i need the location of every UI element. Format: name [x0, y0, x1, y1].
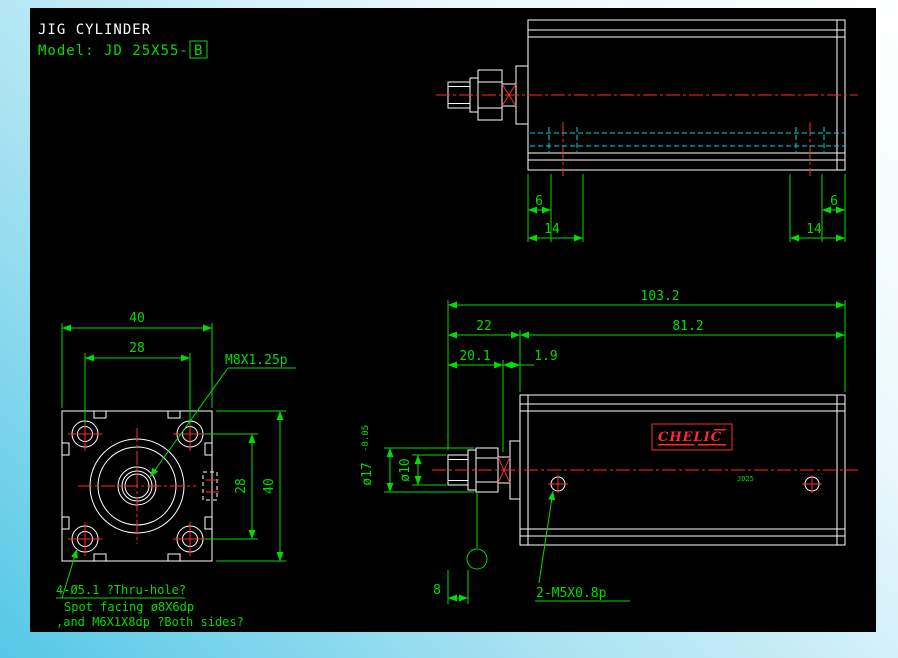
note-line-3: ,and M6X1X8dp ?Both sides?	[56, 615, 244, 629]
port-thread-label: 2-M5X0.8p	[536, 586, 607, 601]
dim-text: 40	[129, 311, 145, 326]
part-code: JD25	[737, 475, 754, 483]
model-rev: B	[194, 43, 203, 59]
dim-text: 14	[544, 222, 560, 237]
logo-fine-print	[714, 429, 726, 431]
dim-text: 14	[806, 222, 822, 237]
model-label: Model: JD 25X55-	[38, 43, 189, 59]
drawing-title: JIG CYLINDER	[38, 22, 151, 38]
dim-gap-length: 1.9	[534, 349, 557, 364]
note-line-2: Spot facing ø8X6dp	[64, 600, 194, 614]
dim-text: 6	[830, 194, 838, 209]
drawing-area[interactable]	[30, 8, 876, 632]
logo-fine-print	[698, 444, 726, 446]
dim-text: 6	[535, 194, 543, 209]
dim-total-length: 103.2	[640, 289, 679, 304]
dim-step-length: 20.1	[459, 349, 490, 364]
dim-text: 8	[433, 583, 441, 598]
dim-tolerance: -0.05	[361, 425, 371, 452]
thread-label: M8X1.25p	[225, 353, 288, 368]
logo-fine-print	[658, 444, 694, 446]
dim-text: 28	[234, 478, 249, 494]
note-line-1: 4-Ø5.1 ?Thru-hole?	[56, 583, 186, 597]
brand-logo: CHELIC	[658, 430, 722, 445]
cad-canvas[interactable]: JIG CYLINDER Model: JD 25X55- B	[0, 0, 898, 658]
dim-text: 40	[262, 478, 277, 494]
dim-rod-length: 22	[476, 319, 492, 334]
dim-text: 28	[129, 341, 145, 356]
dim-body-length: 81.2	[672, 319, 703, 334]
dim-text: ø17	[360, 462, 375, 485]
dim-text: ø10	[398, 458, 413, 481]
